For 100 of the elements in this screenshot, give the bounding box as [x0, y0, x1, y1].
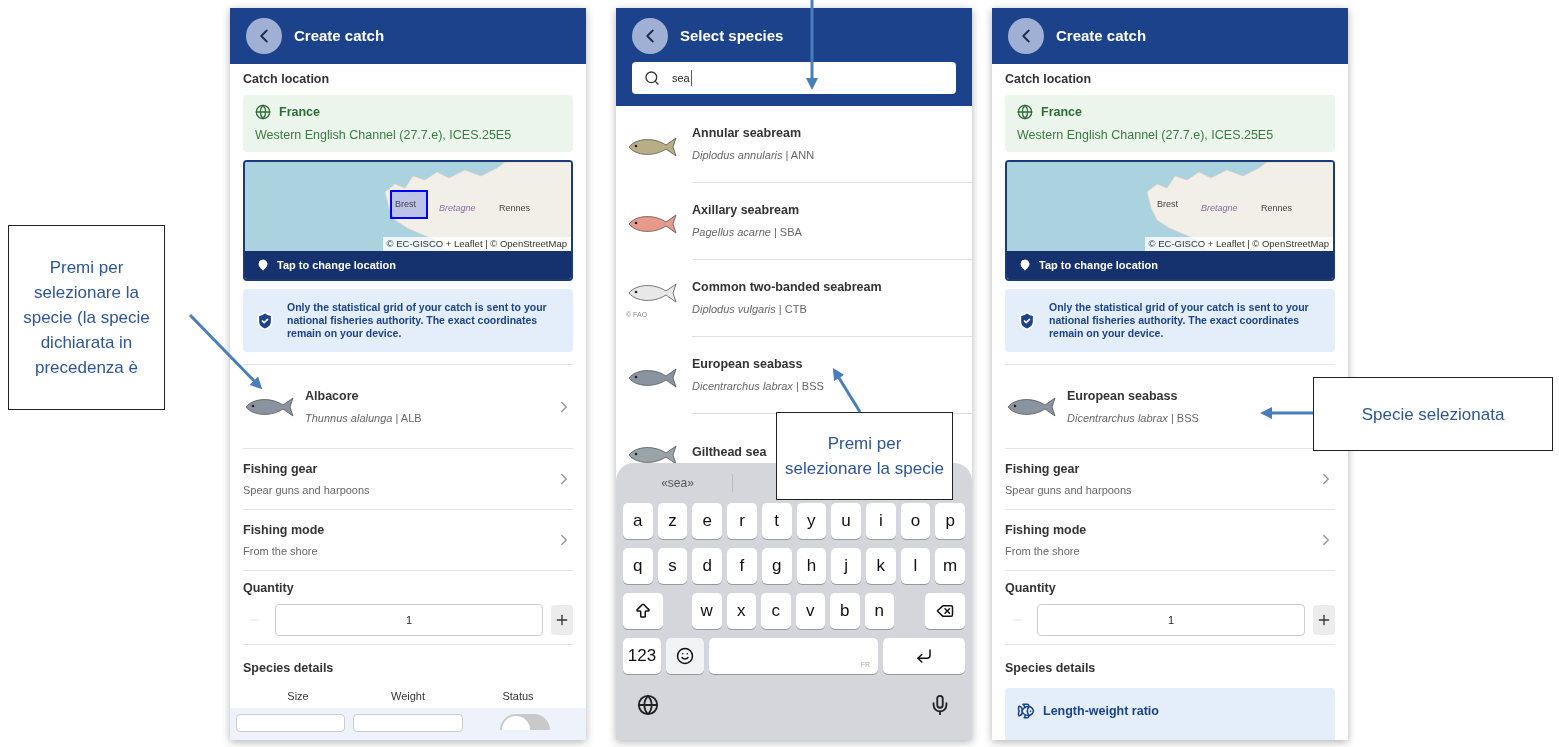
- shield-icon: [255, 310, 275, 331]
- key[interactable]: e: [692, 503, 723, 539]
- pin-icon: [257, 259, 269, 272]
- globe-icon[interactable]: [637, 694, 659, 716]
- row-value: From the shore: [243, 544, 319, 560]
- key[interactable]: i: [865, 503, 896, 539]
- section-label: Catch location: [243, 71, 331, 88]
- country-name: France: [1041, 103, 1082, 121]
- section-label: Species details: [1005, 660, 1097, 677]
- emoji-key[interactable]: [666, 638, 704, 674]
- search-field[interactable]: sea: [632, 62, 956, 94]
- shift-key[interactable]: [623, 593, 663, 629]
- map-card[interactable]: Brest Bretagne Rennes © EC-GISCO + Leaflet | © OpenStreetMap Tap to change location: [243, 160, 573, 282]
- species-name: European seabass: [692, 356, 803, 374]
- status-toggle[interactable]: [500, 714, 551, 731]
- key[interactable]: k: [865, 548, 896, 584]
- backspace-key[interactable]: [925, 593, 965, 629]
- species-list-item[interactable]: Axillary seabream Pagellus acarne | SBA: [616, 183, 972, 260]
- arrow: [832, 367, 862, 413]
- globe-icon: [255, 104, 271, 121]
- column-header: Size: [286, 688, 310, 704]
- species-scientific-name: Thunnus alalunga | ALB: [305, 410, 422, 426]
- species-name: Albacore: [305, 388, 359, 406]
- map-card[interactable]: Brest Bretagne Rennes © EC-GISCO + Leaflet | © OpenStreetMap Tap to change location: [1005, 160, 1335, 282]
- species-scientific-name: Pagellus acarne | SBA: [692, 225, 802, 241]
- species-list-item[interactable]: Annular seabream Diplodus annularis | ANN: [616, 106, 972, 183]
- backspace-icon: [936, 602, 954, 620]
- key[interactable]: v: [795, 593, 825, 629]
- key[interactable]: x: [726, 593, 756, 629]
- map-label: Bretagne: [1201, 202, 1238, 216]
- key[interactable]: d: [692, 548, 723, 584]
- selected-grid-cell: [390, 190, 428, 220]
- species-scientific-name: Dicentrarchus labrax | BSS: [1067, 410, 1199, 426]
- map-attribution: © EC-GISCO + Leaflet | © OpenStreetMap: [382, 237, 571, 252]
- row-title: Fishing gear: [243, 460, 319, 478]
- key[interactable]: n: [864, 593, 894, 629]
- key[interactable]: j: [831, 548, 861, 584]
- section-label: Species details: [243, 660, 335, 677]
- shift-icon: [634, 602, 652, 620]
- key[interactable]: a: [623, 503, 653, 539]
- key[interactable]: y: [796, 503, 827, 539]
- row-title: Fishing gear: [1005, 460, 1081, 478]
- card-title: Length-weight ratio: [1043, 702, 1159, 720]
- row-title: Fishing mode: [1005, 521, 1088, 539]
- size-field[interactable]: [236, 714, 346, 733]
- species-name: Annular seabream: [692, 125, 802, 143]
- row-value: Spear guns and harpoons: [243, 483, 371, 499]
- settings-row[interactable]: Fishing mode From the shore: [243, 510, 573, 572]
- species-name: European seabass: [1067, 388, 1178, 406]
- weight-field[interactable]: [353, 714, 463, 733]
- species-name: Common two-banded seabream: [692, 279, 882, 297]
- back-button[interactable]: [632, 18, 668, 54]
- back-button[interactable]: [1008, 18, 1044, 54]
- key[interactable]: w: [692, 593, 722, 629]
- key[interactable]: o: [900, 503, 931, 539]
- callout-tooltip: Premi per selezionare la specie (la specie dichiarata in precedenza è: [8, 225, 165, 410]
- emoji-icon: [676, 647, 694, 665]
- key[interactable]: c: [761, 593, 791, 629]
- key[interactable]: f: [727, 548, 757, 584]
- species-row[interactable]: Albacore Thunnus alalunga | ALB: [243, 365, 573, 450]
- shield-icon: [1017, 310, 1037, 331]
- screen-title: Create catch: [294, 25, 385, 46]
- globe-icon: [1017, 104, 1033, 121]
- quantity-field[interactable]: 1: [275, 604, 543, 636]
- map-label: Brest: [395, 198, 416, 212]
- quantity-field[interactable]: 1: [1037, 604, 1305, 636]
- species-scientific-name: Diplodus annularis | ANN: [692, 148, 815, 164]
- settings-row[interactable]: Fishing gear Spear guns and harpoons: [243, 449, 573, 511]
- key[interactable]: z: [657, 503, 688, 539]
- section-label: Quantity: [243, 580, 295, 598]
- key[interactable]: h: [796, 548, 827, 584]
- key[interactable]: l: [900, 548, 931, 584]
- area-text: Western English Channel (27.7.e), ICES.25E5: [1017, 126, 1275, 144]
- arrow: [1260, 407, 1313, 419]
- callout-tooltip: Premi per selezionare la specie: [776, 412, 953, 500]
- key[interactable]: g: [761, 548, 792, 584]
- numbers-key[interactable]: 123: [623, 638, 661, 674]
- key[interactable]: r: [727, 503, 757, 539]
- row-title: Fishing mode: [243, 521, 326, 539]
- key[interactable]: u: [831, 503, 861, 539]
- key[interactable]: b: [830, 593, 860, 629]
- back-button[interactable]: [246, 18, 282, 54]
- callout-tooltip: Specie selezionata: [1313, 377, 1553, 451]
- increment-button[interactable]: [1313, 605, 1335, 635]
- key[interactable]: p: [935, 503, 966, 539]
- key[interactable]: m: [935, 548, 966, 584]
- increment-button[interactable]: [551, 605, 573, 635]
- plus-icon: [1316, 612, 1332, 628]
- section-label: Quantity: [1005, 580, 1057, 598]
- row-value: Spear guns and harpoons: [1005, 483, 1133, 499]
- screen-title: Select species: [680, 25, 784, 46]
- section-label: Catch location: [1005, 71, 1093, 88]
- key[interactable]: s: [657, 548, 688, 584]
- species-name: Axillary seabream: [692, 202, 799, 220]
- key[interactable]: q: [623, 548, 653, 584]
- settings-row[interactable]: Fishing mode From the shore: [1005, 510, 1335, 572]
- plus-icon: [554, 612, 570, 628]
- map-label: Brest: [1157, 198, 1178, 212]
- suggestion[interactable]: «sea»: [623, 474, 733, 492]
- key[interactable]: t: [761, 503, 792, 539]
